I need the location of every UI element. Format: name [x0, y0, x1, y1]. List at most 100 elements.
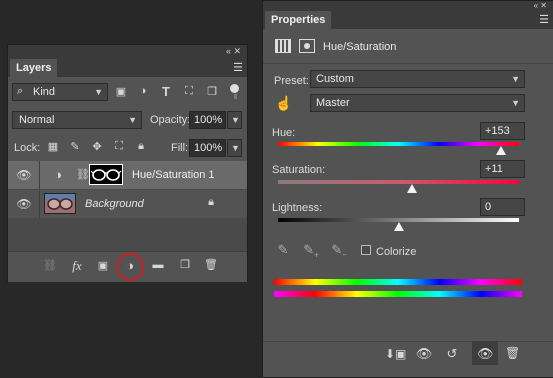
adjustment-icon[interactable]: ◑ — [122, 258, 138, 273]
fill-dropdown-button[interactable]: ▼ — [227, 139, 242, 157]
layer-separator — [39, 190, 40, 218]
layers-panel-controls[interactable]: « ✕ — [226, 46, 241, 57]
opacity-dropdown-button[interactable]: ▼ — [227, 111, 242, 129]
layer-row-background[interactable]: 👁︎ Background 🔒︎ — [8, 190, 247, 218]
saturation-slider-track[interactable] — [278, 180, 519, 184]
lock-position-icon[interactable]: ✥ — [90, 140, 104, 153]
trash-icon[interactable]: 🗑︎ — [204, 258, 218, 271]
chevron-down-icon: ▼ — [511, 98, 520, 108]
saturation-value: +11 — [485, 163, 503, 175]
add-mask-icon[interactable]: ▣ — [96, 259, 110, 272]
properties-panel-controls[interactable]: « ✕ — [534, 1, 547, 10]
hue-label: Hue: — [272, 127, 296, 139]
sunglasses-photo-icon — [45, 194, 75, 213]
chevron-down-icon: ▼ — [128, 115, 137, 125]
input-spectrum-bar — [274, 279, 522, 285]
link-icon[interactable]: ⛓ — [42, 259, 58, 272]
blend-mode-value: Normal — [19, 114, 55, 126]
filter-shape-icon[interactable]: ⛶ — [182, 85, 196, 98]
hue-saturation-adjustment-icon — [275, 39, 291, 53]
lock-all-icon[interactable]: 🔒︎ — [134, 140, 148, 153]
layer-filter-select[interactable]: ⌕ Kind ▼ — [12, 83, 108, 101]
trash-icon[interactable]: 🗑︎ — [505, 346, 520, 360]
opacity-input[interactable]: 100% — [189, 111, 226, 129]
layers-panel: « ✕ Layers ☰ ⌕ Kind ▼ ▣ ◑ T ⛶ ❐ Normal ▼… — [7, 44, 248, 282]
opacity-label: Opacity: — [150, 114, 191, 126]
channel-value: Master — [316, 97, 350, 109]
colorize-checkbox[interactable] — [361, 245, 371, 255]
reset-icon[interactable]: ↺ — [444, 346, 460, 362]
lightness-input[interactable]: 0 — [480, 198, 525, 216]
search-icon: ⌕ — [17, 85, 24, 97]
layers-footer: ⛓ fx ▣ ◑ ▬ ❐ 🗑︎ — [8, 251, 247, 282]
hue-value: +153 — [485, 125, 510, 137]
output-spectrum-bar — [274, 291, 522, 297]
channel-select[interactable]: Master ▼ — [310, 94, 525, 112]
sunglasses-mask-icon — [90, 169, 122, 181]
tab-properties[interactable]: Properties — [265, 11, 332, 29]
lightness-label: Lightness: — [272, 202, 323, 214]
lock-transparent-icon[interactable]: ▦ — [46, 140, 60, 153]
hue-slider-thumb[interactable] — [495, 146, 506, 155]
layer-row-hue-saturation[interactable]: 👁︎ ◑ ⛓ Hue/Saturation Hue/Saturation 1 — [8, 161, 247, 189]
new-layer-icon[interactable]: ❐ — [178, 258, 192, 271]
visibility-icon[interactable]: 👁︎ — [477, 346, 494, 362]
properties-title: Hue/Saturation — [323, 41, 397, 53]
fill-input[interactable]: 100% — [189, 139, 226, 157]
filter-toggle-icon[interactable] — [230, 83, 240, 99]
layer-mask-thumbnail[interactable] — [89, 164, 123, 185]
fill-value: 100% — [194, 142, 223, 154]
panel-menu-icon[interactable]: ☰ — [233, 61, 243, 74]
filter-pixel-icon[interactable]: ▣ — [114, 85, 128, 98]
preset-value: Custom — [316, 73, 354, 85]
lock-icon: 🔒︎ — [208, 196, 214, 208]
filter-type-icon[interactable]: T — [159, 84, 173, 99]
preset-select[interactable]: Custom ▼ — [310, 70, 525, 88]
panel-menu-icon[interactable]: ☰ — [539, 13, 549, 26]
targeted-adjustment-hand-icon[interactable]: ☝ — [275, 95, 293, 112]
hue-input[interactable]: +153 — [480, 122, 525, 140]
colorize-label: Colorize — [376, 246, 417, 258]
background-thumbnail[interactable] — [44, 193, 76, 214]
filter-smart-object-icon[interactable]: ❐ — [205, 85, 219, 98]
saturation-input[interactable]: +11 — [480, 160, 525, 178]
fx-icon[interactable]: fx — [68, 258, 86, 274]
lock-label: Lock: — [14, 142, 41, 154]
eye-icon[interactable]: 👁︎ — [16, 168, 32, 182]
lightness-slider-thumb[interactable] — [393, 222, 404, 231]
eye-icon[interactable]: 👁︎ — [16, 197, 32, 211]
chevron-down-icon: ▼ — [231, 143, 240, 153]
layer-name-hue-saturation[interactable]: Hue/Saturation 1 — [132, 169, 215, 181]
lock-artboard-icon[interactable]: ⛶ — [112, 140, 126, 153]
properties-panel: « ✕ Properties ☰ Hue/Saturation Preset: … — [262, 0, 553, 378]
folder-icon[interactable]: ▬ — [151, 259, 165, 271]
eyedropper-subtract-icon[interactable]: ✎− — [331, 242, 347, 260]
chain-link-icon[interactable]: ⛓ — [76, 168, 90, 181]
lightness-value: 0 — [485, 201, 492, 213]
layers-panel-header — [8, 45, 247, 59]
eyedropper-icon[interactable]: ✎ — [275, 242, 291, 258]
filter-kind-label: Kind — [33, 86, 56, 98]
preset-label: Preset: — [274, 75, 309, 87]
tab-layers[interactable]: Layers — [10, 59, 58, 77]
saturation-slider-thumb[interactable] — [406, 184, 417, 193]
layers-list: 👁︎ ◑ ⛓ Hue/Saturation Hue/Saturation 1 👁… — [8, 161, 247, 251]
filter-adjustment-icon[interactable]: ◑ — [136, 85, 150, 97]
mask-icon[interactable] — [299, 39, 315, 53]
clip-to-layer-icon[interactable]: ⬇▣ — [385, 347, 406, 361]
layer-separator — [39, 161, 40, 189]
fill-label: Fill: — [171, 142, 189, 154]
blend-mode-select[interactable]: Normal ▼ — [12, 111, 142, 129]
hue-slider-track[interactable] — [278, 142, 519, 146]
saturation-label: Saturation: — [272, 164, 326, 176]
properties-panel-header — [263, 1, 553, 11]
adjustment-layer-icon: ◑ — [54, 167, 62, 182]
lock-image-icon[interactable]: ✎ — [68, 140, 82, 153]
view-previous-icon[interactable]: 👁︎ — [415, 346, 433, 362]
layer-name-background[interactable]: Background — [85, 198, 144, 210]
opacity-value: 100% — [194, 114, 223, 126]
chevron-down-icon: ▼ — [511, 74, 520, 84]
eyedropper-add-icon[interactable]: ✎+ — [303, 242, 319, 260]
chevron-down-icon: ▼ — [231, 115, 240, 125]
chevron-down-icon: ▼ — [94, 87, 103, 97]
